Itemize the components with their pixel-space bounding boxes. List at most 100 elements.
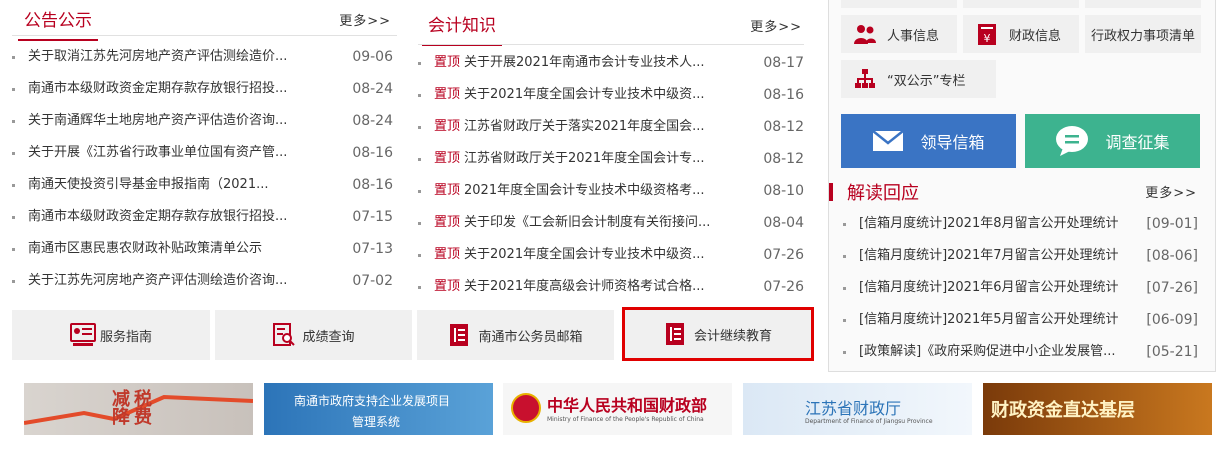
interpret-item[interactable]: [信箱月度统计]2021年8月留言公开处理统计 [09-01] bbox=[843, 208, 1198, 240]
bullet-dot bbox=[418, 254, 421, 257]
bullet-dot bbox=[418, 62, 421, 65]
service-guide-button[interactable]: 服务指南 bbox=[12, 310, 210, 360]
accounting-item-text: 关于2021年度全国会计专业技术中级资... bbox=[464, 87, 705, 102]
pinned-tag: 置顶 bbox=[434, 215, 461, 230]
accounting-item[interactable]: 置顶 关于2021年度全国会计专业技术中级资... 07-26 bbox=[418, 239, 804, 271]
finance-info-button[interactable]: ¥ 财政信息 bbox=[963, 15, 1079, 53]
top-cut-button-2[interactable] bbox=[963, 0, 1079, 8]
notice-item[interactable]: 关于南通辉华土地房地产资产评估造价咨询... 08-24 bbox=[12, 105, 393, 137]
accounting-item-title[interactable]: 置顶 关于印发《工会新旧会计制度有关衔接问... bbox=[434, 207, 734, 239]
notice-item[interactable]: 关于取消江苏先河房地产资产评估测绘造价... 09-06 bbox=[12, 41, 393, 73]
notice-item-title[interactable]: 关于取消江苏先河房地产资产评估测绘造价... bbox=[28, 41, 328, 73]
power-list-button[interactable]: 行政权力事项清单 bbox=[1085, 15, 1201, 53]
civil-servant-mail-button[interactable]: 南通市公务员邮箱 bbox=[417, 310, 614, 360]
yen-document-icon: ¥ bbox=[975, 22, 999, 46]
bullet-dot bbox=[12, 88, 15, 91]
interpret-item-title[interactable]: [信箱月度统计]2021年7月留言公开处理统计 bbox=[859, 240, 1139, 272]
accounting-item[interactable]: 置顶 关于开展2021年南通市会计专业技术人... 08-17 bbox=[418, 47, 804, 79]
interpret-item-title[interactable]: [政策解读]《政府采购促进中小企业发展管... bbox=[859, 336, 1139, 368]
finance-info-label: 财政信息 bbox=[1009, 28, 1062, 44]
notice-more-link[interactable]: 更多>> bbox=[339, 10, 391, 29]
accounting-item[interactable]: 置顶 关于2021年度全国会计专业技术中级资... 08-16 bbox=[418, 79, 804, 111]
notice-item[interactable]: 南通天使投资引导基金申报指南（2021... 08-16 bbox=[12, 169, 393, 201]
score-query-button[interactable]: 成绩查询 bbox=[215, 310, 412, 360]
interpret-title[interactable]: 解读回应 bbox=[847, 179, 919, 205]
interpret-item[interactable]: [信箱月度统计]2021年5月留言公开处理统计 [06-09] bbox=[843, 304, 1198, 336]
notice-item-title[interactable]: 南通市本级财政资金定期存款存放银行招投... bbox=[28, 201, 328, 233]
mof-banner[interactable]: 中华人民共和国财政部 Ministry of Finance of the Pe… bbox=[503, 383, 732, 435]
pinned-tag: 置顶 bbox=[434, 55, 461, 70]
score-query-label: 成绩查询 bbox=[302, 329, 355, 345]
notice-item-date: 08-24 bbox=[352, 113, 393, 129]
bullet-dot bbox=[12, 120, 15, 123]
mail-book-icon bbox=[448, 323, 470, 347]
accounting-item[interactable]: 置顶 关于2021年度高级会计师资格考试合格... 07-26 bbox=[418, 271, 804, 303]
enterprise-project-banner[interactable]: 南通市政府支持企业发展项目 管理系统 bbox=[264, 383, 493, 435]
direct-funds-title: 财政资金直达基层 bbox=[991, 400, 1135, 421]
accounting-education-button[interactable]: 会计继续教育 bbox=[622, 307, 814, 361]
jiangsu-finance-banner[interactable]: 江苏省财政厅 Department of Finance of Jiangsu … bbox=[743, 383, 972, 435]
accounting-item-text: 关于印发《工会新旧会计制度有关衔接问... bbox=[464, 215, 711, 230]
accounting-item-title[interactable]: 置顶 江苏省财政厅关于落实2021年度全国会... bbox=[434, 111, 734, 143]
bullet-dot bbox=[12, 248, 15, 251]
bullet-dot bbox=[843, 223, 846, 226]
notice-item[interactable]: 南通市本级财政资金定期存款存放银行招投... 07-15 bbox=[12, 201, 393, 233]
accounting-title[interactable]: 会计知识 bbox=[422, 11, 502, 46]
accounting-item-title[interactable]: 置顶 江苏省财政厅关于2021年度全国会计专... bbox=[434, 143, 734, 175]
notice-item-text: 关于南通辉华土地房地产资产评估造价咨询... bbox=[28, 113, 288, 128]
accounting-item[interactable]: 置顶 关于印发《工会新旧会计制度有关衔接问... 08-04 bbox=[418, 207, 804, 239]
notice-item[interactable]: 关于江苏先河房地产资产评估测绘造价咨询... 07-02 bbox=[12, 265, 393, 297]
interpret-item[interactable]: [信箱月度统计]2021年6月留言公开处理统计 [07-26] bbox=[843, 272, 1198, 304]
mof-title-cn: 中华人民共和国财政部 bbox=[547, 396, 708, 415]
tax-reduction-banner[interactable]: 减税降费 bbox=[24, 383, 253, 435]
accounting-item-date: 08-12 bbox=[763, 119, 804, 135]
accounting-item-title[interactable]: 置顶 关于2021年度全国会计专业技术中级资... bbox=[434, 239, 734, 271]
bullet-dot bbox=[12, 184, 15, 187]
interpret-more-link[interactable]: 更多>> bbox=[1145, 182, 1197, 201]
interpret-item-date: [09-01] bbox=[1146, 216, 1198, 232]
interpret-item[interactable]: [政策解读]《政府采购促进中小企业发展管... [05-21] bbox=[843, 336, 1198, 368]
interpret-item-title[interactable]: [信箱月度统计]2021年6月留言公开处理统计 bbox=[859, 272, 1139, 304]
accounting-item-title[interactable]: 置顶 关于2021年度全国会计专业技术中级资... bbox=[434, 79, 734, 111]
accounting-item[interactable]: 置顶 江苏省财政厅关于2021年度全国会计专... 08-12 bbox=[418, 143, 804, 175]
accounting-header: 会计知识 更多>> bbox=[418, 0, 804, 46]
double-publicity-button[interactable]: “双公示”专栏 bbox=[841, 60, 996, 98]
leader-mailbox-button[interactable]: 领导信箱 bbox=[841, 114, 1016, 168]
mof-title-en: Ministry of Finance of the People's Repu… bbox=[547, 416, 704, 423]
interpret-list: [信箱月度统计]2021年8月留言公开处理统计 [09-01] [信箱月度统计]20… bbox=[843, 208, 1198, 368]
notice-item-title[interactable]: 南通市区惠民惠农财政补贴政策清单公示 bbox=[28, 233, 328, 265]
direct-funds-banner[interactable]: 财政资金直达基层 bbox=[983, 383, 1212, 435]
notice-divider bbox=[12, 35, 397, 36]
survey-button[interactable]: 调查征集 bbox=[1025, 114, 1200, 168]
top-cut-button-3[interactable] bbox=[1085, 0, 1201, 8]
accounting-item[interactable]: 置顶 2021年度全国会计专业技术中级资格考... 08-10 bbox=[418, 175, 804, 207]
personnel-info-button[interactable]: 人事信息 bbox=[841, 15, 957, 53]
interpret-item[interactable]: [信箱月度统计]2021年7月留言公开处理统计 [08-06] bbox=[843, 240, 1198, 272]
notice-item-date: 07-02 bbox=[352, 273, 393, 289]
accounting-item-date: 08-16 bbox=[763, 87, 804, 103]
notice-item-title[interactable]: 南通市本级财政资金定期存款存放银行招投... bbox=[28, 73, 328, 105]
notice-item-date: 09-06 bbox=[352, 49, 393, 65]
notice-item-title[interactable]: 关于南通辉华土地房地产资产评估造价咨询... bbox=[28, 105, 328, 137]
notice-item-title[interactable]: 南通天使投资引导基金申报指南（2021... bbox=[28, 169, 328, 201]
bullet-dot bbox=[418, 94, 421, 97]
notice-item[interactable]: 南通市本级财政资金定期存款存放银行招投... 08-24 bbox=[12, 73, 393, 105]
notice-item[interactable]: 南通市区惠民惠农财政补贴政策清单公示 07-13 bbox=[12, 233, 393, 265]
interpret-item-title[interactable]: [信箱月度统计]2021年5月留言公开处理统计 bbox=[859, 304, 1139, 336]
notice-item-text: 南通市区惠民惠农财政补贴政策清单公示 bbox=[28, 241, 263, 256]
accounting-item-title[interactable]: 置顶 关于开展2021年南通市会计专业技术人... bbox=[434, 47, 734, 79]
bullet-dot bbox=[418, 286, 421, 289]
bullet-dot bbox=[12, 152, 15, 155]
notice-item-title[interactable]: 关于江苏先河房地产资产评估测绘造价咨询... bbox=[28, 265, 328, 297]
accounting-item[interactable]: 置顶 江苏省财政厅关于落实2021年度全国会... 08-12 bbox=[418, 111, 804, 143]
pinned-tag: 置顶 bbox=[434, 279, 461, 294]
notice-item-date: 08-16 bbox=[352, 145, 393, 161]
interpret-item-title[interactable]: [信箱月度统计]2021年8月留言公开处理统计 bbox=[859, 208, 1139, 240]
top-cut-button-1[interactable] bbox=[841, 0, 957, 8]
notice-item[interactable]: 关于开展《江苏省行政事业单位国有资产管... 08-16 bbox=[12, 137, 393, 169]
accounting-item-title[interactable]: 置顶 关于2021年度高级会计师资格考试合格... bbox=[434, 271, 734, 303]
pinned-tag: 置顶 bbox=[434, 87, 461, 102]
notice-item-title[interactable]: 关于开展《江苏省行政事业单位国有资产管... bbox=[28, 137, 328, 169]
accounting-item-title[interactable]: 置顶 2021年度全国会计专业技术中级资格考... bbox=[434, 175, 734, 207]
accounting-more-link[interactable]: 更多>> bbox=[750, 16, 802, 35]
